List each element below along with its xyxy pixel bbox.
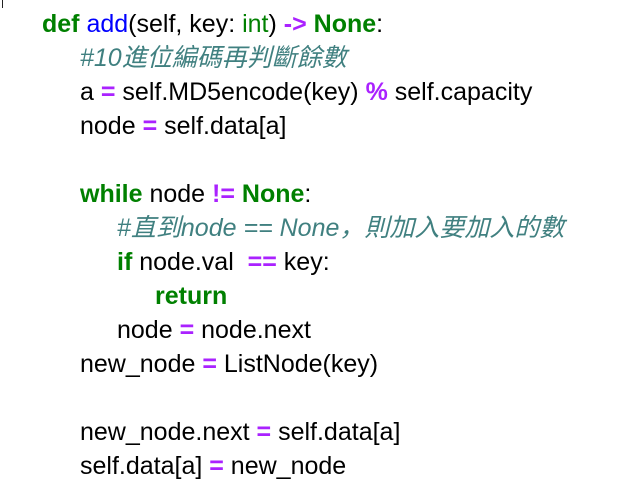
code-text: (self, key: — [128, 10, 243, 38]
code-text: a — [80, 78, 101, 106]
operator-assign: = — [256, 418, 272, 446]
operator-arrow: -> — [283, 10, 307, 38]
code-text: node.val — [132, 248, 248, 276]
code-text: node — [80, 112, 143, 140]
operator-equal: == — [247, 248, 277, 276]
code-text: self.capacity — [387, 78, 533, 106]
keyword-none: None — [241, 180, 305, 208]
code-text: node — [117, 316, 180, 344]
operator-assign: = — [202, 350, 217, 378]
code-line-return[interactable]: return — [0, 279, 227, 313]
code-text: ) — [268, 10, 284, 38]
code-text: self.data[a] — [271, 418, 401, 446]
keyword-while: while — [80, 180, 143, 208]
code-line-comment[interactable]: #直到node == None，則加入要加入的數 — [0, 211, 564, 245]
code-text: self.data[a] — [80, 452, 210, 480]
operator-assign: = — [142, 112, 158, 140]
comment-text: #直到node == None，則加入要加入的數 — [117, 214, 565, 242]
operator-assign: = — [100, 78, 116, 106]
code-line-def[interactable]: def add(self, key: int) -> None: — [0, 7, 383, 41]
keyword-if: if — [117, 248, 133, 276]
code-editor[interactable]: def add(self, key: int) -> None: #10進位編碼… — [0, 0, 618, 486]
code-text: new_node — [80, 350, 203, 378]
code-text: node.next — [194, 316, 311, 344]
keyword-def: def — [42, 10, 80, 38]
keyword-return: return — [155, 282, 228, 310]
operator-mod: % — [365, 78, 388, 106]
code-text: key: — [276, 248, 330, 276]
operator-assign: = — [179, 316, 195, 344]
builtin-type: int — [242, 10, 269, 38]
code-line-link-next[interactable]: new_node.next = self.data[a] — [0, 415, 400, 449]
code-text: : — [376, 10, 384, 38]
comment-text: #10進位編碼再判斷餘數 — [80, 44, 347, 72]
keyword-none: None — [313, 10, 377, 38]
code-line-comment[interactable]: #10進位編碼再判斷餘數 — [0, 41, 347, 75]
code-text: new_node — [223, 452, 347, 480]
code-text: node — [142, 180, 213, 208]
code-text: ListNode(key) — [216, 350, 379, 378]
code-line-while[interactable]: while node != None: — [0, 177, 311, 211]
code-line-assign-node[interactable]: node = self.data[a] — [0, 109, 286, 143]
operator-assign: = — [209, 452, 224, 480]
code-text: new_node.next — [80, 418, 257, 446]
code-text: self.data[a] — [157, 112, 287, 140]
code-line-assign-a[interactable]: a = self.MD5encode(key) % self.capacity — [0, 75, 532, 109]
code-line-set-head[interactable]: self.data[a] = new_node — [0, 449, 346, 483]
code-line-new-node[interactable]: new_node = ListNode(key) — [0, 347, 378, 381]
function-name: add — [86, 10, 129, 38]
code-text: self.MD5encode(key) — [115, 78, 366, 106]
code-line-advance-node[interactable]: node = node.next — [0, 313, 311, 347]
code-text: : — [304, 180, 312, 208]
operator-not-equal: != — [212, 180, 235, 208]
code-line-if[interactable]: if node.val == key: — [0, 245, 330, 279]
